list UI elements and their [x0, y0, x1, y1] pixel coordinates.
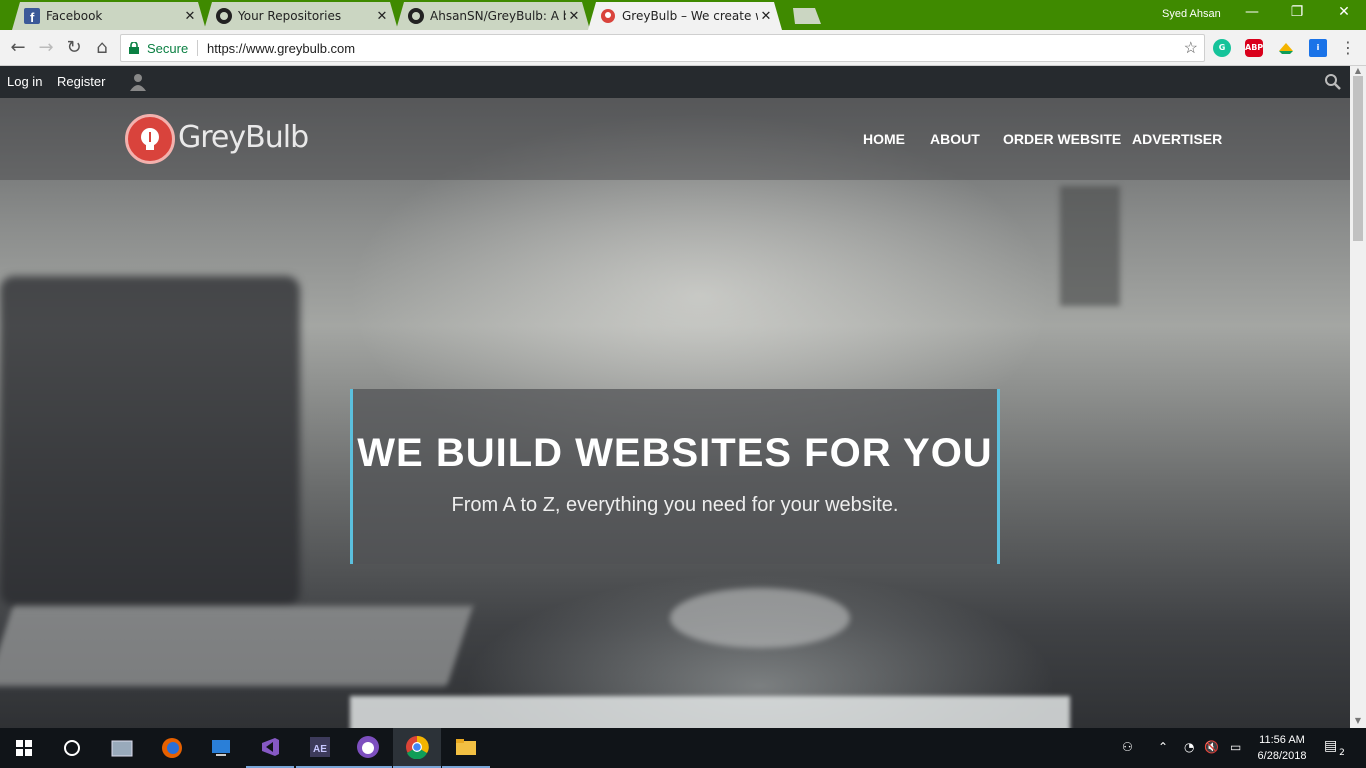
browser-toolbar: ← → ↻ ⌂ Secure https://www.greybulb.com …: [0, 30, 1366, 66]
close-window-icon[interactable]: ✕: [1332, 4, 1356, 24]
system-clock[interactable]: 11:56 AM 6/28/2018: [1252, 732, 1312, 764]
nav-home[interactable]: HOME: [863, 131, 905, 147]
taskbar-app[interactable]: [98, 728, 146, 768]
site-header: GreyBulb HOME ABOUT ORDER WEBSITE ADVERT…: [0, 98, 1350, 180]
web-page: Log in Register GreyBulb HOME ABOUT ORDE…: [0, 66, 1350, 728]
taskbar-after-effects[interactable]: AE: [296, 728, 344, 768]
address-bar[interactable]: Secure https://www.greybulb.com ☆: [120, 34, 1205, 62]
tab-label: GreyBulb – We create we: [622, 9, 758, 23]
bowl-shape: [670, 588, 850, 648]
window-shape: [1060, 186, 1120, 306]
svg-text:f: f: [30, 10, 35, 24]
minimize-icon[interactable]: —: [1240, 4, 1264, 24]
close-icon[interactable]: ✕: [758, 9, 774, 24]
nav-order-website[interactable]: ORDER WEBSITE: [1003, 131, 1121, 147]
hero-banner: WE BUILD WEBSITES FOR YOU From A to Z, e…: [350, 389, 1000, 564]
home-icon[interactable]: ⌂: [90, 36, 114, 60]
firefox-icon: [162, 738, 182, 758]
close-icon[interactable]: ✕: [374, 9, 390, 24]
github-icon: [408, 8, 424, 24]
taskbar-chrome[interactable]: [393, 728, 441, 768]
tab-label: Facebook: [46, 9, 103, 23]
greybulb-icon: [600, 8, 616, 24]
tab-label: Your Repositories: [238, 9, 342, 23]
volume-muted-icon[interactable]: 🔇: [1204, 740, 1219, 754]
remote-desktop-icon: [212, 740, 230, 756]
nav-about[interactable]: ABOUT: [930, 131, 980, 147]
svg-text:AE: AE: [313, 744, 327, 755]
bookmark-star-icon[interactable]: ☆: [1184, 38, 1198, 58]
site-top-bar: Log in Register: [0, 66, 1350, 98]
search-icon[interactable]: [1325, 74, 1341, 90]
user-icon[interactable]: [130, 73, 146, 91]
url-text[interactable]: https://www.greybulb.com: [207, 41, 355, 56]
hero-subtitle: From A to Z, everything you need for you…: [451, 494, 899, 516]
restore-icon[interactable]: ❐: [1285, 4, 1309, 24]
clock-date: 6/28/2018: [1257, 750, 1307, 762]
notification-count: 2: [1336, 748, 1348, 758]
browser-title-bar: f Facebook ✕ Your Repositories ✕ AhsanSN…: [0, 0, 1366, 30]
github-icon: [216, 8, 232, 24]
taskbar-visual-studio[interactable]: [246, 728, 294, 768]
clock-time: 11:56 AM: [1259, 734, 1305, 746]
menu-icon[interactable]: ⋮: [1340, 38, 1356, 57]
tab-facebook[interactable]: f Facebook ✕: [12, 2, 206, 30]
laptop-base-shape: [0, 606, 473, 686]
close-icon[interactable]: ✕: [566, 9, 582, 24]
chrome-icon: [406, 735, 429, 759]
secure-label: Secure: [147, 41, 189, 56]
extension-icon[interactable]: i: [1309, 39, 1327, 57]
github-desktop-icon: [357, 736, 379, 758]
grammarly-icon[interactable]: G: [1213, 39, 1231, 57]
taskbar-app[interactable]: [197, 728, 245, 768]
bulb-logo-icon[interactable]: [125, 114, 175, 164]
close-icon[interactable]: ✕: [182, 9, 198, 24]
scroll-up-icon[interactable]: ▲: [1350, 66, 1366, 76]
wifi-icon[interactable]: ◔: [1184, 740, 1194, 754]
facebook-icon: f: [24, 8, 40, 24]
divider: [197, 40, 198, 56]
windows-logo-icon: [16, 740, 32, 756]
hero-title: WE BUILD WEBSITES FOR YOU: [357, 431, 993, 475]
keyboard-shape: [350, 696, 1070, 728]
page-scrollbar[interactable]: ▲ ▼: [1350, 66, 1366, 728]
forward-icon[interactable]: →: [34, 36, 58, 60]
scroll-down-icon[interactable]: ▼: [1350, 716, 1366, 726]
cortana-icon: [64, 740, 80, 756]
nav-advertiser[interactable]: ADVERTISER: [1132, 131, 1222, 147]
visual-studio-icon: [262, 738, 279, 756]
folder-icon: [456, 739, 476, 755]
drive-icon[interactable]: [1277, 39, 1295, 57]
tab-label: AhsanSN/GreyBulb: A bu: [430, 9, 566, 23]
new-tab-button[interactable]: [793, 8, 821, 24]
battery-icon[interactable]: ▭: [1230, 740, 1241, 754]
taskbar-firefox[interactable]: [148, 728, 196, 768]
taskbar-github-desktop[interactable]: [344, 728, 392, 768]
register-link[interactable]: Register: [57, 74, 105, 89]
after-effects-icon: AE: [310, 737, 330, 757]
reload-icon[interactable]: ↻: [62, 36, 86, 60]
tab-greybulb-repo[interactable]: AhsanSN/GreyBulb: A bu ✕: [396, 2, 590, 30]
chevron-up-icon[interactable]: ⌃: [1158, 740, 1168, 754]
tab-your-repositories[interactable]: Your Repositories ✕: [204, 2, 398, 30]
scroll-thumb[interactable]: [1353, 76, 1363, 241]
back-icon[interactable]: ←: [6, 36, 30, 60]
photos-icon: [111, 740, 133, 757]
cortana-button[interactable]: [48, 728, 96, 768]
profile-name[interactable]: Syed Ahsan: [1162, 8, 1221, 20]
login-link[interactable]: Log in: [7, 74, 42, 89]
windows-taskbar: AE ⚇ ⌃ ◔ 🔇 ▭ 11:56 AM 6/28/2018 ▤ 2: [0, 728, 1366, 768]
taskbar-file-explorer[interactable]: [442, 728, 490, 768]
adblock-plus-icon[interactable]: ABP: [1245, 39, 1263, 57]
laptop-shape: [0, 276, 300, 606]
lock-icon: [129, 42, 139, 54]
people-icon[interactable]: ⚇: [1122, 740, 1133, 754]
site-logo[interactable]: GreyBulb: [178, 120, 309, 155]
tab-greybulb[interactable]: GreyBulb – We create we ✕: [588, 2, 782, 30]
start-button[interactable]: [0, 728, 48, 768]
